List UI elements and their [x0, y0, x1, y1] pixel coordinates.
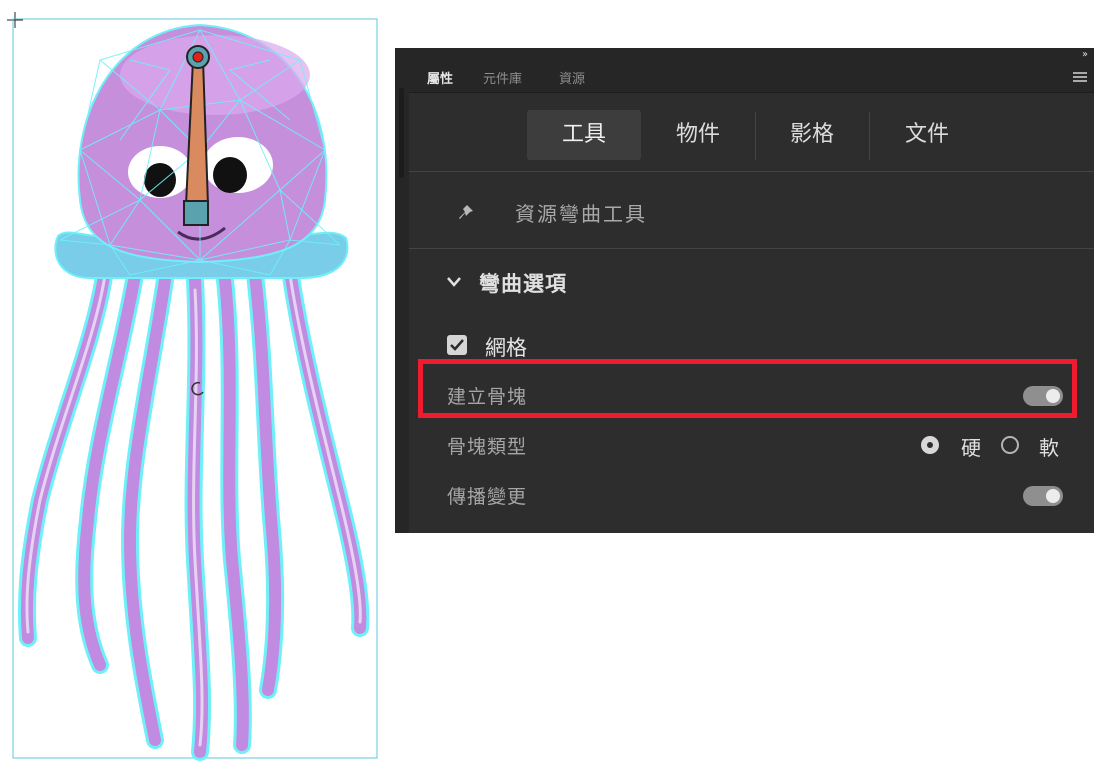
propagate-changes-label: 傳播變更	[447, 486, 528, 508]
canvas-stage[interactable]	[0, 0, 390, 778]
bone-type-hard-label[interactable]: 硬	[961, 432, 981, 461]
hamburger-icon[interactable]	[1073, 72, 1087, 84]
panel-tab-bar: 屬性 元件庫 資源	[409, 62, 1094, 95]
divider	[409, 248, 1094, 249]
crosshair-cursor-icon	[7, 12, 23, 28]
segment-tool[interactable]: 工具	[527, 110, 641, 160]
highlight-box	[418, 359, 1077, 418]
panel-top-strip: ››	[409, 48, 1094, 62]
chevron-down-icon[interactable]	[445, 274, 463, 293]
panel-dock-gutter	[395, 48, 409, 533]
tab-properties[interactable]: 屬性	[422, 68, 458, 95]
bone-type-soft-radio[interactable]	[1001, 436, 1019, 454]
mesh-label: 網格	[485, 336, 527, 360]
section-title[interactable]: 彎曲選項	[479, 268, 567, 298]
segment-frame[interactable]: 影格	[755, 110, 869, 160]
tab-assets[interactable]: 資源	[559, 68, 585, 87]
bone-type-soft-label[interactable]: 軟	[1039, 432, 1059, 461]
pin-icon[interactable]	[457, 200, 479, 226]
bone-type-label: 骨塊類型	[447, 436, 528, 458]
bone-head-handle[interactable]	[183, 200, 209, 226]
tool-name: 資源彎曲工具	[515, 202, 647, 226]
propagate-changes-toggle[interactable]	[1023, 486, 1063, 506]
segment-document[interactable]: 文件	[870, 110, 984, 160]
mesh-checkbox[interactable]	[447, 335, 467, 355]
tab-library[interactable]: 元件庫	[483, 68, 522, 87]
collapse-panel-icon[interactable]: ››	[1082, 49, 1088, 60]
bone-joint-tip[interactable]	[192, 51, 204, 63]
properties-panel: ›› 屬性 元件庫 資源 工具 物件 影格 文件 資源彎曲工具 彎曲選項 網格 …	[395, 48, 1094, 533]
segment-object[interactable]: 物件	[641, 110, 755, 160]
jellyfish-tentacles	[17, 261, 370, 761]
bone-type-hard-radio[interactable]	[921, 436, 939, 454]
divider	[409, 171, 1094, 172]
